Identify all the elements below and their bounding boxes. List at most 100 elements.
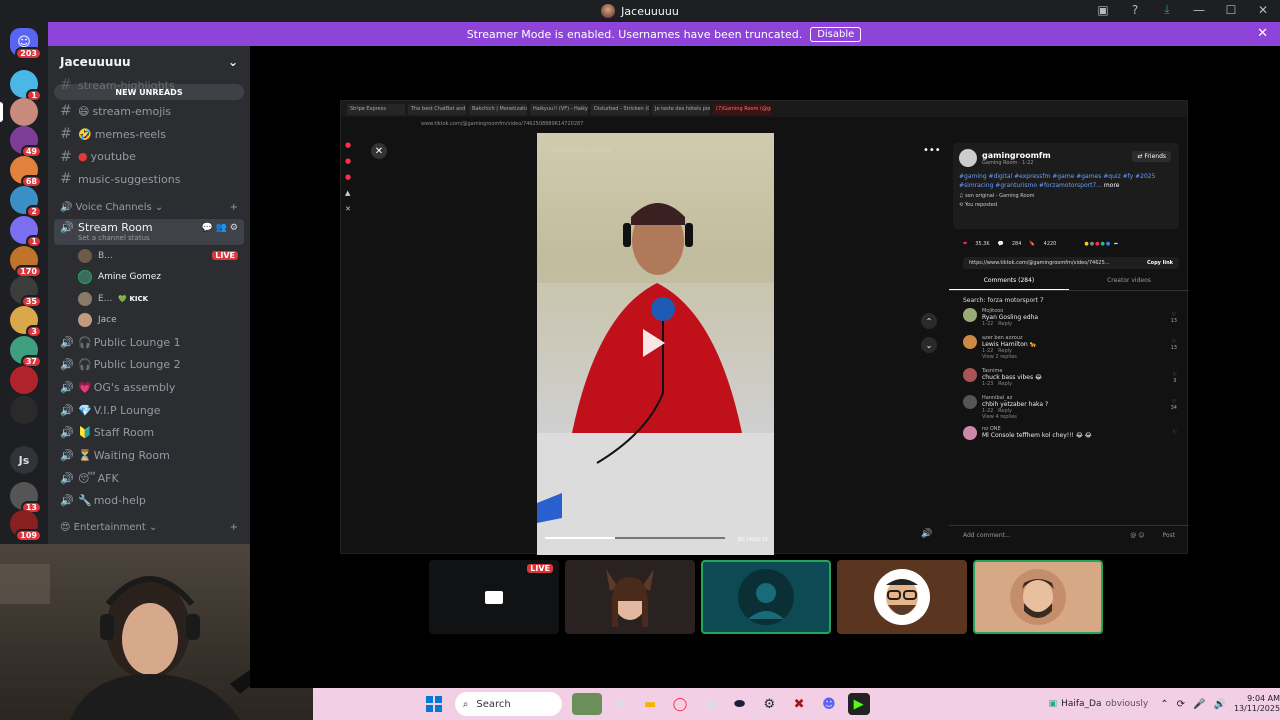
opera-icon[interactable]: ◯ [669,693,691,715]
add-channel-icon[interactable]: + [230,202,238,213]
voice-user[interactable]: Amine Gomez [48,266,250,288]
voice-channel[interactable]: 🔊 🔧 mod-help [48,490,250,513]
clock[interactable]: 9:04 AM 13/11/2025 [1234,694,1280,714]
banner-close-icon[interactable]: ✕ [1257,26,1268,41]
server-icon[interactable]: 1 [10,70,42,102]
voice-channel[interactable]: 🔊 💎 V.I.P Lounge [48,399,250,422]
emoji-icon[interactable]: ☺ [1138,532,1144,539]
app-icon[interactable]: ✖ [788,693,810,715]
browser-url[interactable]: www.tiktok.com/@gamingroomfm/video/74625… [341,117,1187,131]
server-icon[interactable] [10,98,38,126]
comment-input[interactable]: Add comment... [963,532,1011,539]
channel-stream-room[interactable]: 🔊 Stream Room 💬 👥 ⚙ Set a channel status [54,218,244,245]
app-icon[interactable]: ◉ [699,693,721,715]
server-js[interactable]: Js [10,446,38,474]
view-replies-button[interactable]: View 4 replies [982,414,1181,420]
speaker-icon[interactable]: 🔊 [1214,699,1226,710]
server-icon[interactable]: 68 [10,156,42,188]
taskbar-search[interactable]: ⌕ Search [454,692,562,716]
participant-tile[interactable] [973,560,1103,634]
gear-icon[interactable]: ⚙ [230,223,238,233]
channel-youtube[interactable]: # ● youtube [48,145,250,168]
side-icon[interactable]: ● [345,157,363,165]
avatar[interactable] [963,335,977,349]
next-video-icon[interactable]: ⌄ [921,337,937,353]
windows-start-icon[interactable] [423,693,445,715]
bookmark-icon[interactable]: 🔖 [1029,241,1035,247]
category-entertainment[interactable]: 😍 Entertainment ⌄ + [48,516,250,538]
chevron-up-icon[interactable]: ⌃ [1160,699,1168,710]
browser-tab[interactable]: The best ChatBot and W... [408,103,466,115]
browser-tab[interactable]: (7)Gaming Room (@gam [713,103,771,115]
heart-icon[interactable]: ♡ [1173,430,1177,436]
voice-channel[interactable]: 🔊 🔰 Staff Room [48,422,250,445]
voice-user[interactable]: Jace [48,309,250,331]
minimize-icon[interactable]: — [1190,3,1208,17]
voice-user[interactable]: E... 💚 KICK [48,288,250,310]
participant-tile[interactable]: LIVE [429,560,559,634]
add-channel-icon[interactable]: + [230,522,238,533]
view-replies-button[interactable]: View 2 replies [982,354,1181,360]
avatar[interactable] [963,395,977,409]
server-icon[interactable]: 49 [10,126,42,158]
avatar[interactable] [959,149,977,167]
channel-memes-reels[interactable]: # 🤣 memes-reels [48,123,250,146]
browser-tab[interactable]: Bakchich | Monetization [469,103,527,115]
friends-button[interactable]: ⇄ Friends [1132,151,1171,162]
hashtags[interactable]: #gaming #digital #expressfm #game #games… [959,172,1173,190]
server-icon[interactable] [10,366,38,394]
browser-tab[interactable]: Haikyuu!! (VF) - Haikyuu [530,103,588,115]
discord-icon[interactable]: ☻ [818,693,840,715]
more-link[interactable]: more [1104,182,1120,189]
side-icon[interactable]: ✕ [345,205,363,213]
steam-icon[interactable]: ⚙ [758,693,780,715]
browser-tab[interactable]: Stripe Express [347,103,405,115]
volume-icon[interactable]: 🔊 [921,529,932,539]
play-icon[interactable] [643,329,665,357]
mention-icon[interactable]: @ [1130,532,1136,539]
voice-user[interactable]: B... LIVE [48,245,250,267]
channel-music-suggestions[interactable]: # music-suggestions [48,168,250,191]
avatar[interactable] [963,308,977,322]
chat-icon[interactable]: 💬 [202,223,213,233]
close-video-icon[interactable]: ✕ [371,143,387,159]
now-playing[interactable]: ▣ Haifa_Da obviously [1049,699,1149,709]
side-icon[interactable]: ▲ [345,189,363,197]
server-header[interactable]: Jaceuuuuu ⌄ [48,46,250,78]
maximize-icon[interactable]: ☐ [1222,3,1240,17]
file-explorer-icon[interactable]: ▬ [639,693,661,715]
reply-button[interactable]: Reply [998,381,1012,387]
app-icon[interactable]: ⬬ [729,693,751,715]
tab-creator-videos[interactable]: Creator videos [1069,277,1189,290]
more-options-icon[interactable]: ••• [923,145,941,156]
server-icon[interactable]: 1 [10,216,42,248]
like-icon[interactable]: ❤ [963,241,967,247]
server-icon[interactable]: 109 [10,510,42,542]
reply-button[interactable]: Reply [998,321,1012,327]
search-hint[interactable]: Search: forza motorsport 7 [963,297,1189,304]
category-voice-channels[interactable]: 🔊 Voice Channels ⌄ + [48,197,250,219]
copy-link-button[interactable]: Copy link [1147,260,1173,266]
mic-icon[interactable]: 🎤 [1193,699,1205,710]
participant-tile[interactable] [837,560,967,634]
side-icon[interactable]: ● [345,141,363,149]
tab-comments[interactable]: Comments (284) [949,277,1069,290]
account-name[interactable]: gamingroomfm [982,151,1051,160]
voice-channel[interactable]: 🔊 💗 OG's assembly [48,376,250,399]
channel-stream-highlights[interactable]: # stream-highlights [48,78,250,92]
avatar[interactable] [963,368,977,382]
share-icons[interactable]: ●●●●● ➦ [1084,241,1119,247]
server-icon[interactable]: 3 [10,306,42,338]
disable-button[interactable]: Disable [810,26,862,42]
server-icon[interactable]: 37 [10,336,42,368]
participant-tile[interactable] [565,560,695,634]
browser-tab[interactable]: Je teste des hôtels pour [652,103,710,115]
server-icon[interactable]: 35 [10,276,42,308]
server-icon[interactable]: 170 [10,246,42,278]
side-icon[interactable]: ● [345,173,363,181]
channel-status[interactable]: Set a channel status [60,234,150,242]
sync-icon[interactable]: ⟳ [1177,699,1185,710]
participant-tile[interactable] [701,560,831,634]
help-icon[interactable]: ? [1126,3,1144,17]
voice-channel[interactable]: 🔊 😴 AFK [48,467,250,490]
